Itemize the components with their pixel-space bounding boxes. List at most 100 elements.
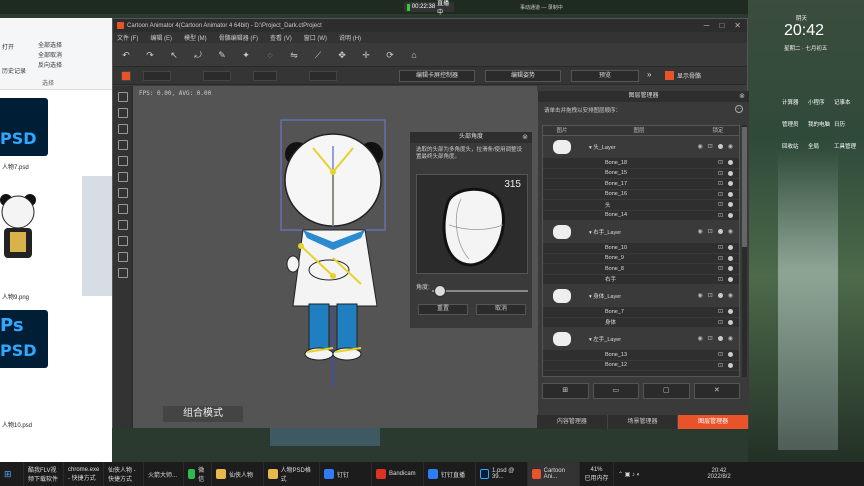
rotate-icon[interactable]: ⟳ [385,50,395,60]
desk-icon-tools[interactable]: 工具管理 [834,142,856,150]
tab-content-manager[interactable]: 内容管理器 [537,415,608,429]
dot-icon[interactable] [717,229,723,234]
lock-icon[interactable]: ⊡ [708,228,713,235]
taskbar-item-9[interactable]: 钉钉直播 [424,462,476,486]
eye-icon[interactable]: ◉ [697,143,702,150]
ribbon-invert-select[interactable]: 反向选择 [38,60,62,69]
layer-folder-icon[interactable]: ▢ [643,383,690,399]
menu-edit[interactable]: 编辑 (E) [150,33,172,42]
maximize-icon[interactable]: □ [719,21,724,30]
side-tool-6-icon[interactable] [117,172,128,182]
taskbar-item-wechat[interactable]: 微信 [184,462,212,486]
thumb-psd-1[interactable]: PSD [0,98,48,156]
taskbar-item-0[interactable]: 酷我FLV视频下载软件 [24,462,64,486]
taskbar-item-6[interactable]: 人物PSD格式 [264,462,320,486]
dot-icon[interactable] [728,255,733,261]
dot-icon[interactable] [728,309,733,315]
layer-add-icon[interactable]: ⊞ [542,383,589,399]
desk-icon-computer[interactable]: 我的电脑 [808,120,830,128]
visible-icon[interactable]: ◉ [728,335,733,342]
layer-row[interactable]: 头 ⊡ [543,200,739,211]
layer-group-icon[interactable]: ▭ [592,383,639,399]
lock-icon[interactable]: ⊡ [718,159,723,166]
menu-help[interactable]: 说明 (H) [339,33,361,42]
brush-icon[interactable]: ✎ [217,50,227,60]
dot-icon[interactable] [728,352,733,358]
eye-icon[interactable]: ◉ [697,228,702,235]
desk-icon-global[interactable]: 全局 [808,142,819,150]
dot-icon[interactable] [728,191,733,197]
value-field-1[interactable] [143,71,171,81]
preview-button[interactable]: 预览 [571,70,639,82]
ribbon-history[interactable]: 历史记录 [2,66,26,75]
desk-icon-miniapp[interactable]: 小程序 [808,98,825,106]
layer-group-row[interactable]: ▾ 头_Layer ◉ ⊡ ◉ [543,136,739,158]
lock-icon[interactable]: ⊡ [718,319,723,326]
desk-icon-notepad[interactable]: 记事本 [834,98,851,106]
lock-icon[interactable]: ⊡ [718,276,723,283]
menu-bone-editor[interactable]: 骨骼编辑器 (F) [219,33,258,42]
lock-icon[interactable]: ⊡ [718,244,723,251]
close-icon[interactable]: ✕ [734,21,741,30]
taskbar-item-7[interactable]: 钉钉 [320,462,372,486]
visible-icon[interactable]: ◉ [728,143,733,150]
side-tool-3-icon[interactable] [117,124,128,134]
lock-icon[interactable]: ⊡ [708,292,713,299]
dot-icon[interactable] [728,212,733,218]
visible-icon[interactable]: ◉ [728,292,733,299]
dot-icon[interactable] [728,181,733,187]
layer-row[interactable]: Bone_8 ⊡ [543,264,739,275]
layer-scroll-thumb[interactable] [742,127,747,247]
move-icon[interactable]: ✛ [361,50,371,60]
dot-icon[interactable] [728,266,733,272]
lock-icon[interactable]: ⊡ [718,201,723,208]
menu-view[interactable]: 查看 (V) [270,33,292,42]
taskbar-item-8[interactable]: Bandicam [372,462,424,486]
layer-row[interactable]: Bone_18 ⊡ [543,158,739,169]
dot-icon[interactable] [728,276,733,282]
desk-icon-calendar[interactable]: 日历 [834,120,845,128]
bone-icon[interactable]: ⟋ [313,50,323,60]
edit-pose-button[interactable]: 编辑姿势 [485,70,561,82]
home-icon[interactable]: ⌂ [409,50,419,60]
taskbar-item-11[interactable]: Cartoon Ani... [528,462,580,486]
dot-icon[interactable] [728,170,733,176]
tab-scene-manager[interactable]: 场景管理器 [607,415,679,429]
lock-icon[interactable]: ⊡ [718,351,723,358]
taskbar-item-2[interactable]: 仙侠人物 - 快捷方式 [104,462,144,486]
layer-row[interactable]: Bone_9 ⊡ [543,254,739,264]
dot-icon[interactable] [717,293,723,298]
layer-panel-close-icon[interactable]: ⊗ [739,91,745,102]
dot-icon[interactable] [728,160,733,166]
dot-icon[interactable] [728,319,733,325]
layer-row[interactable]: 右手 ⊡ [543,275,739,285]
thumb-panda-png[interactable] [0,186,56,274]
desk-icon-recycle[interactable]: 回收站 [782,142,799,150]
lock-icon[interactable]: ⊡ [718,308,723,315]
lock-icon[interactable]: ⊡ [718,191,723,198]
layer-row[interactable]: Bone_12 ⊡ [543,361,739,371]
eye-icon[interactable]: ◉ [697,292,702,299]
edit-sprite-controller-button[interactable]: 编辑卡屏控制器 [399,70,475,82]
layer-row[interactable]: Bone_14 ⊡ [543,211,739,221]
angle-slider-handle[interactable] [434,285,446,297]
taskbar-clock[interactable]: 20:42 2022/8/2 [696,462,742,486]
side-tool-7-icon[interactable] [117,188,128,198]
wand-icon[interactable]: ✦ [241,50,251,60]
side-tool-9-icon[interactable] [117,220,128,230]
side-tool-4-icon[interactable] [117,140,128,150]
tray-icons[interactable]: ⌃ ▣ ♪ ◐ [614,462,696,486]
reset-button[interactable]: 重置 [418,304,468,315]
lock-icon[interactable]: ⊡ [718,362,723,369]
side-tool-12-icon[interactable] [117,268,128,278]
lock-icon[interactable]: ⊡ [718,170,723,177]
lock-icon[interactable]: ⊡ [718,265,723,272]
side-tool-11-icon[interactable] [117,252,128,262]
ribbon-select-none[interactable]: 全部取消 [38,50,62,59]
pin-icon[interactable]: ✥ [337,50,347,60]
layer-delete-icon[interactable]: ✕ [693,383,740,399]
side-tool-2-icon[interactable] [117,108,128,118]
composite-mode-label[interactable]: 组合模式 [163,406,243,422]
taskbar-item-5[interactable]: 仙侠人物 [212,462,264,486]
memory-indicator[interactable]: 41% 已用内存 [580,462,614,486]
